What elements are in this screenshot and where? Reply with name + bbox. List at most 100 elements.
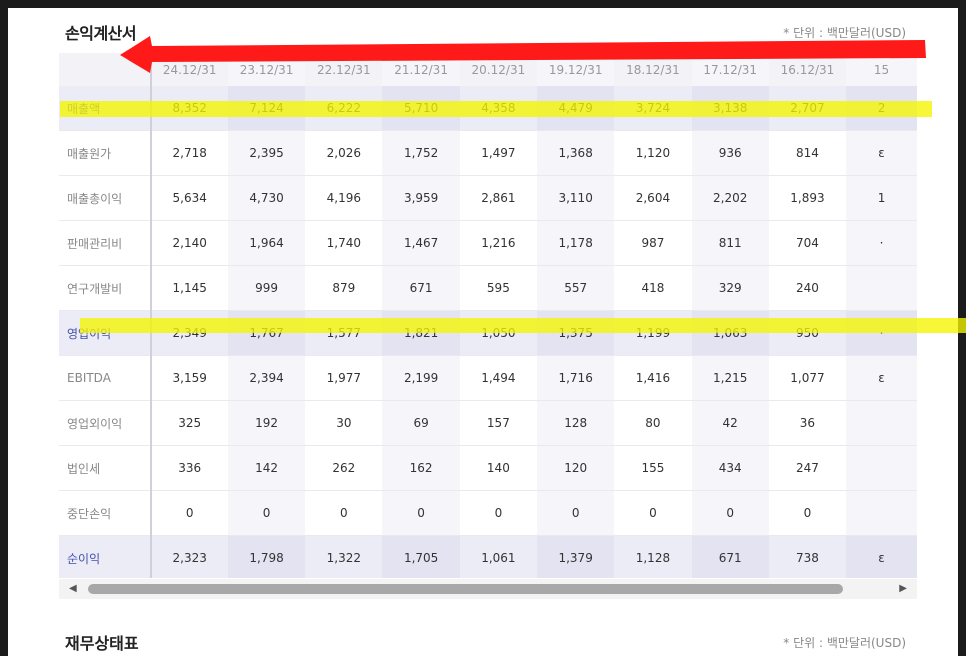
table-cell: 936 (691, 130, 769, 176)
table-cell: 671 (382, 265, 460, 311)
table-cell: 0 (768, 490, 847, 536)
table-cell: 5,710 (382, 86, 460, 131)
table-cell: 192 (227, 400, 306, 446)
scroll-right-icon[interactable]: ▶ (899, 583, 907, 594)
column-header: 15 (846, 53, 917, 86)
table-row: 매출액 8,352 7,124 6,222 5,710 4,358 4,479 3,724 3,… (59, 86, 917, 131)
table-cell: 3,110 (537, 175, 615, 221)
row-label: 중단손익 (59, 490, 152, 536)
table-row: 영업외이익 325 192 30 69 157 128 80 42 36 (59, 400, 917, 446)
table-cell: · (846, 220, 917, 266)
table-cell: 4,479 (537, 86, 615, 131)
table-cell: 671 (691, 535, 769, 578)
table-cell: ε (846, 130, 917, 176)
scrollbar-thumb[interactable] (88, 584, 843, 594)
table-cell: 1,705 (382, 535, 460, 578)
table-cell: 0 (459, 490, 538, 536)
table-cell: 2,707 (768, 86, 847, 131)
column-header: 17.12/31 (691, 53, 769, 86)
table-cell: 8,352 (150, 86, 228, 131)
table-cell: 987 (614, 220, 692, 266)
table-cell: 0 (691, 490, 769, 536)
table-cell: ε (846, 535, 917, 578)
table-cell: 262 (305, 445, 383, 491)
table-cell: 1,128 (614, 535, 692, 578)
row-label: EBITDA (59, 355, 152, 401)
table-cell: 157 (459, 400, 538, 446)
table-row: 법인세 336 142 262 162 140 120 155 434 247 (59, 445, 917, 491)
row-label: 매출총이익 (59, 175, 152, 221)
horizontal-scrollbar[interactable]: ◀ ▶ (59, 579, 917, 599)
column-header: 22.12/31 (305, 53, 383, 86)
table-cell: ε (846, 355, 917, 401)
table-cell: 1,199 (614, 310, 692, 356)
table-cell: 336 (150, 445, 228, 491)
table-cell: 0 (305, 490, 383, 536)
table-row: 연구개발비 1,145 999 879 671 595 557 418 329 240 (59, 265, 917, 311)
table-cell: 120 (537, 445, 615, 491)
table-cell: 1,893 (768, 175, 847, 221)
income-statement-table-container[interactable]: 24.12/31 23.12/31 22.12/31 21.12/31 20.1… (59, 53, 917, 578)
table-cell: 1,379 (537, 535, 615, 578)
table-cell: 1,061 (459, 535, 538, 578)
table-row: 순이익 2,323 1,798 1,322 1,705 1,061 1,379 1,128 67… (59, 535, 917, 578)
table-cell: 1,416 (614, 355, 692, 401)
table-cell: 418 (614, 265, 692, 311)
table-cell: · (846, 310, 917, 356)
table-cell: 3,159 (150, 355, 228, 401)
table-cell: 2,140 (150, 220, 228, 266)
table-cell: 1,077 (768, 355, 847, 401)
table-cell: 2,323 (150, 535, 228, 578)
table-cell: 140 (459, 445, 538, 491)
scroll-left-icon[interactable]: ◀ (69, 583, 77, 594)
balance-sheet-unit-note: * 단위 : 백만달러(USD) (783, 636, 906, 650)
row-label: 영업외이익 (59, 400, 152, 446)
table-cell: 1,752 (382, 130, 460, 176)
row-label: 연구개발비 (59, 265, 152, 311)
table-cell: 950 (768, 310, 847, 356)
table-cell: 0 (382, 490, 460, 536)
table-cell: 1,120 (614, 130, 692, 176)
table-cell: 0 (150, 490, 228, 536)
table-cell: 162 (382, 445, 460, 491)
table-cell: 329 (691, 265, 769, 311)
table-cell (846, 490, 917, 536)
table-row: 매출총이익 5,634 4,730 4,196 3,959 2,861 3,110 2,604… (59, 175, 917, 221)
table-cell: 1 (846, 175, 917, 221)
table-cell: 1,494 (459, 355, 538, 401)
table-cell: 738 (768, 535, 847, 578)
table-cell: 2,861 (459, 175, 538, 221)
table-cell: 814 (768, 130, 847, 176)
table-cell: 434 (691, 445, 769, 491)
table-cell (846, 445, 917, 491)
row-label: 판매관리비 (59, 220, 152, 266)
income-statement-title: 손익계산서 (65, 24, 137, 43)
table-cell: 1,375 (537, 310, 615, 356)
table-cell: 1,767 (227, 310, 306, 356)
table-cell: 1,216 (459, 220, 538, 266)
table-cell: 1,145 (150, 265, 228, 311)
table-cell: 2,718 (150, 130, 228, 176)
table-cell: 0 (227, 490, 306, 536)
column-header: 16.12/31 (768, 53, 847, 86)
income-statement-table: 24.12/31 23.12/31 22.12/31 21.12/31 20.1… (59, 53, 917, 578)
table-row: 영업이익 2,349 1,767 1,577 1,821 1,050 1,375 1,199 1… (59, 310, 917, 356)
balance-sheet-title: 재무상태표 (65, 634, 139, 653)
column-header: 18.12/31 (614, 53, 692, 86)
table-cell: 3,138 (691, 86, 769, 131)
row-label: 매출액 (59, 86, 152, 131)
table-cell: 999 (227, 265, 306, 311)
column-header: 24.12/31 (150, 53, 228, 86)
table-row: EBITDA 3,159 2,394 1,977 2,199 1,494 1,716 1,41… (59, 355, 917, 401)
table-cell: 247 (768, 445, 847, 491)
table-cell: 704 (768, 220, 847, 266)
table-cell (846, 400, 917, 446)
table-cell: 0 (614, 490, 692, 536)
row-label: 매출원가 (59, 130, 152, 176)
column-header: 23.12/31 (227, 53, 306, 86)
column-header: 19.12/31 (537, 53, 615, 86)
table-row: 중단손익 0 0 0 0 0 0 0 0 0 (59, 490, 917, 536)
table-cell: 4,358 (459, 86, 538, 131)
table-cell: 1,977 (305, 355, 383, 401)
table-cell: 36 (768, 400, 847, 446)
